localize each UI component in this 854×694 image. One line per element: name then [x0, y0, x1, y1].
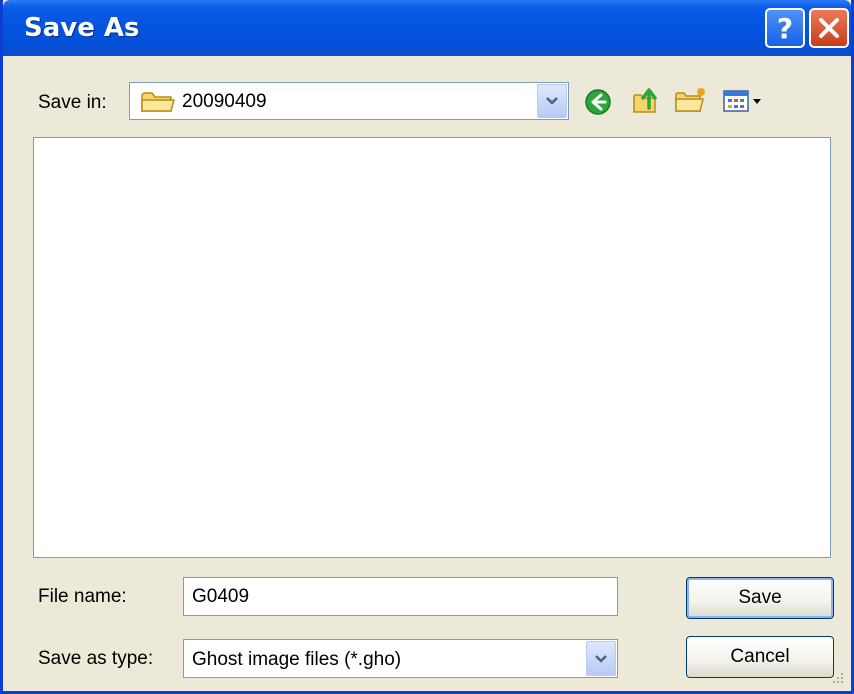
- save-as-type-dropdown-button[interactable]: [586, 641, 616, 676]
- save-as-dialog: Save As ? Save in: 20090409 File name: G…: [0, 0, 854, 694]
- cancel-button[interactable]: Cancel: [686, 636, 834, 678]
- up-folder-icon[interactable]: [631, 84, 663, 116]
- chevron-down-icon: [546, 97, 558, 105]
- back-icon[interactable]: [584, 88, 612, 116]
- save-as-type-label: Save as type:: [38, 648, 154, 669]
- folder-icon: [141, 92, 175, 112]
- save-button[interactable]: Save: [686, 577, 834, 619]
- resize-grip-icon[interactable]: [831, 671, 845, 685]
- save-in-value: 20090409: [182, 91, 267, 112]
- title-bar[interactable]: Save As ?: [3, 0, 851, 56]
- save-in-dropdown-button[interactable]: [537, 84, 567, 118]
- help-icon: ?: [776, 11, 794, 45]
- save-as-type-dropdown[interactable]: Ghost image files (*.gho): [183, 639, 618, 678]
- help-button[interactable]: ?: [765, 8, 805, 48]
- save-in-dropdown[interactable]: 20090409: [129, 82, 569, 120]
- file-name-label: File name:: [38, 586, 127, 607]
- views-menu-icon[interactable]: [722, 88, 766, 114]
- window-title: Save As: [24, 13, 140, 43]
- chevron-down-icon: [595, 654, 607, 663]
- close-button[interactable]: [809, 8, 849, 48]
- save-as-type-value: Ghost image files (*.gho): [192, 649, 402, 670]
- save-in-label: Save in:: [38, 92, 107, 113]
- close-icon: [819, 18, 839, 38]
- new-folder-icon[interactable]: [674, 86, 708, 114]
- file-name-input[interactable]: [183, 577, 618, 616]
- file-list[interactable]: [33, 137, 831, 558]
